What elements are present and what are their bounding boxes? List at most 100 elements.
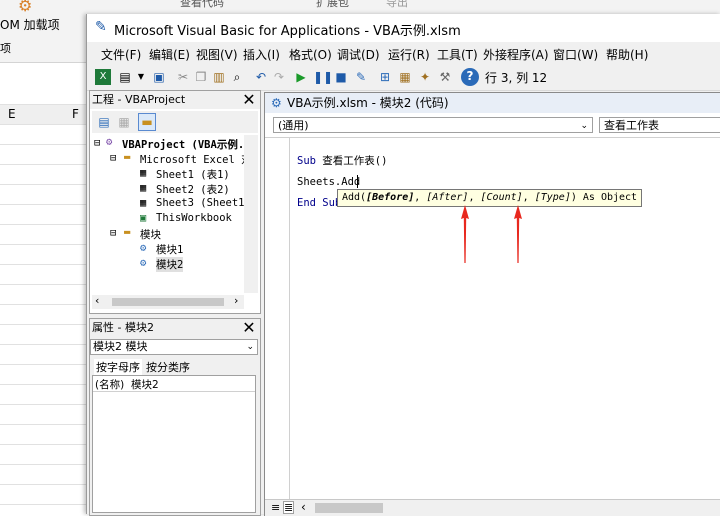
toggle-folders-icon[interactable]: ▬	[138, 113, 156, 131]
menu-window[interactable]: 窗口(W)	[553, 46, 598, 63]
menu-tools[interactable]: 工具(T)	[437, 46, 478, 63]
vba-editor-window: ✎ Microsoft Visual Basic for Application…	[86, 14, 720, 516]
project-pane-toolbar: ▤ ▦ ▬	[92, 111, 258, 133]
view-object-icon[interactable]: ▦	[116, 114, 132, 130]
tree-collapse-excel-icon[interactable]: ⊟	[110, 152, 116, 164]
tree-modules[interactable]: 模块	[140, 227, 161, 242]
tree-sheet3[interactable]: Sheet3 (Sheet1)	[156, 197, 244, 209]
reset-icon[interactable]: ■	[333, 69, 349, 85]
folder-icon: ▬	[124, 151, 131, 163]
menu-bar: 文件(F) 编辑(E) 视图(V) 插入(I) 格式(O) 调试(D) 运行(R…	[87, 42, 720, 64]
save-icon[interactable]: ▣	[151, 69, 167, 85]
project-pane-title-text: 工程 - VBAProject	[92, 93, 186, 106]
menu-file[interactable]: 文件(F)	[101, 46, 141, 63]
scroll-left-icon[interactable]: ‹	[301, 500, 306, 514]
code-window-title-bar[interactable]: ⚙ VBA示例.xlsm - 模块2 (代码)	[265, 93, 720, 113]
chevron-down-icon[interactable]: ⌄	[246, 340, 254, 354]
toolbox-icon[interactable]: ⚒	[437, 69, 453, 85]
code-line-2[interactable]: Sheets.Add	[297, 176, 360, 188]
addins-button-label[interactable]: OM 加载项	[0, 16, 60, 33]
tab-categorized[interactable]: 按分类序	[146, 359, 190, 375]
workbook-icon: ▣	[140, 212, 147, 224]
project-tree: ⊟ ⚙ VBAProject (VBA示例.x ⊟ ▬ Microsoft Ex…	[92, 135, 244, 295]
excel-grid[interactable]	[0, 104, 90, 514]
code-hscroll-thumb[interactable]	[315, 503, 383, 513]
menu-insert[interactable]: 插入(I)	[243, 46, 280, 63]
tree-collapse-modules-icon[interactable]: ⊟	[110, 227, 116, 239]
tree-module1[interactable]: 模块1	[156, 242, 183, 257]
full-module-view-icon[interactable]: ≣	[283, 501, 295, 514]
redo-icon[interactable]: ↷	[271, 69, 287, 85]
ribbon-view-code[interactable]: 查看代码	[180, 0, 224, 10]
tooltip-before-param: [Before]	[366, 192, 415, 203]
code-window-title: VBA示例.xlsm - 模块2 (代码)	[287, 96, 449, 110]
quick-info-tooltip: Add([Before], [After], [Count], [Type]) …	[337, 189, 643, 207]
run-icon[interactable]: ▶	[293, 69, 309, 85]
code-window: ⚙ VBA示例.xlsm - 模块2 (代码) (通用) ⌄ 查看工作表 Sub…	[264, 92, 720, 516]
menu-format[interactable]: 格式(O)	[289, 46, 332, 63]
code-line-1[interactable]: Sub 查看工作表()	[297, 153, 387, 168]
find-icon[interactable]: ⌕	[229, 69, 245, 85]
tree-excel-objects[interactable]: Microsoft Excel 对象	[140, 152, 244, 167]
paste-icon[interactable]: ▥	[211, 69, 227, 85]
property-value[interactable]: 模块2	[131, 377, 159, 392]
sheet-icon: ▦	[140, 182, 147, 194]
object-selector-value: 模块2 模块	[93, 340, 148, 353]
procedure-dropdown[interactable]: 查看工作表	[599, 117, 720, 133]
menu-addins[interactable]: 外接程序(A)	[483, 46, 549, 63]
procedure-view-icon[interactable]: ≡	[271, 501, 280, 514]
text-cursor	[357, 175, 358, 188]
tree-thisworkbook[interactable]: ThisWorkbook	[156, 212, 232, 224]
vbaproject-icon: ⚙	[106, 136, 113, 148]
view-code-icon[interactable]: ▤	[96, 114, 112, 130]
scroll-thumb[interactable]	[112, 298, 224, 306]
cut-icon[interactable]: ✂	[175, 69, 191, 85]
tab-alphabetic[interactable]: 按字母序	[94, 359, 142, 375]
dropdown-arrow-icon[interactable]: ▼	[133, 69, 149, 85]
object-selector[interactable]: 模块2 模块 ⌄	[90, 339, 258, 355]
menu-run[interactable]: 运行(R)	[388, 46, 430, 63]
property-name[interactable]: (名称)	[95, 377, 124, 392]
scroll-right-icon[interactable]: ›	[234, 294, 238, 307]
title-bar[interactable]: ✎ Microsoft Visual Basic for Application…	[87, 14, 720, 42]
addin-gear-icon: ⚙	[18, 0, 33, 15]
object-browser-icon[interactable]: ✦	[417, 69, 433, 85]
properties-window-icon[interactable]: ▦	[397, 69, 413, 85]
break-icon[interactable]: ❚❚	[313, 69, 333, 85]
project-hscrollbar[interactable]: ‹ ›	[92, 294, 244, 309]
menu-help[interactable]: 帮助(H)	[606, 46, 648, 63]
tree-module2[interactable]: 模块2	[156, 257, 184, 272]
module-icon: ⚙	[140, 257, 147, 269]
tree-sheet1[interactable]: Sheet1 (表1)	[156, 167, 230, 182]
scroll-left-icon[interactable]: ‹	[95, 294, 99, 307]
tree-root-vbaproject[interactable]: VBAProject (VBA示例.x	[122, 137, 244, 152]
menu-edit[interactable]: 编辑(E)	[149, 46, 190, 63]
insert-userform-icon[interactable]: ▤	[117, 69, 133, 85]
object-dropdown[interactable]: (通用) ⌄	[273, 117, 593, 133]
project-vscrollbar[interactable]	[244, 135, 258, 293]
tooltip-type-param: [Type]	[534, 192, 571, 203]
code-line-3[interactable]: End Sub	[297, 197, 341, 209]
chevron-down-icon[interactable]: ⌄	[580, 118, 588, 134]
menu-debug[interactable]: 调试(D)	[337, 46, 380, 63]
undo-icon[interactable]: ↶	[253, 69, 269, 85]
standard-toolbar: X ▤ ▼ ▣ ✂ ❐ ▥ ⌕ ↶ ↷ ▶ ❚❚ ■ ✎ ⊞ ▦ ✦ ⚒ ? 行…	[87, 64, 720, 91]
copy-icon[interactable]: ❐	[193, 69, 209, 85]
ribbon-export[interactable]: 导出	[386, 0, 408, 10]
tree-collapse-root-icon[interactable]: ⊟	[94, 137, 100, 149]
design-mode-icon[interactable]: ✎	[353, 69, 369, 85]
help-icon[interactable]: ?	[461, 68, 479, 86]
tooltip-count-param: [Count]	[480, 192, 523, 203]
menu-view[interactable]: 视图(V)	[196, 46, 238, 63]
project-explorer-pane: 工程 - VBAProject ✕ ▤ ▦ ▬ ⊟ ⚙ VBAProject (…	[89, 90, 261, 314]
close-icon[interactable]: ✕	[240, 319, 258, 337]
project-explorer-icon[interactable]: ⊞	[377, 69, 393, 85]
excel-view-icon[interactable]: X	[95, 69, 111, 85]
properties-pane-title-text: 属性 - 模块2	[92, 321, 154, 334]
tooltip-after-param: [After]	[426, 192, 469, 203]
tree-sheet2[interactable]: Sheet2 (表2)	[156, 182, 230, 197]
module-icon: ⚙	[140, 242, 147, 254]
folder-icon: ▬	[124, 226, 131, 238]
ribbon-extension[interactable]: 扩展包	[316, 0, 349, 10]
close-icon[interactable]: ✕	[240, 91, 258, 109]
